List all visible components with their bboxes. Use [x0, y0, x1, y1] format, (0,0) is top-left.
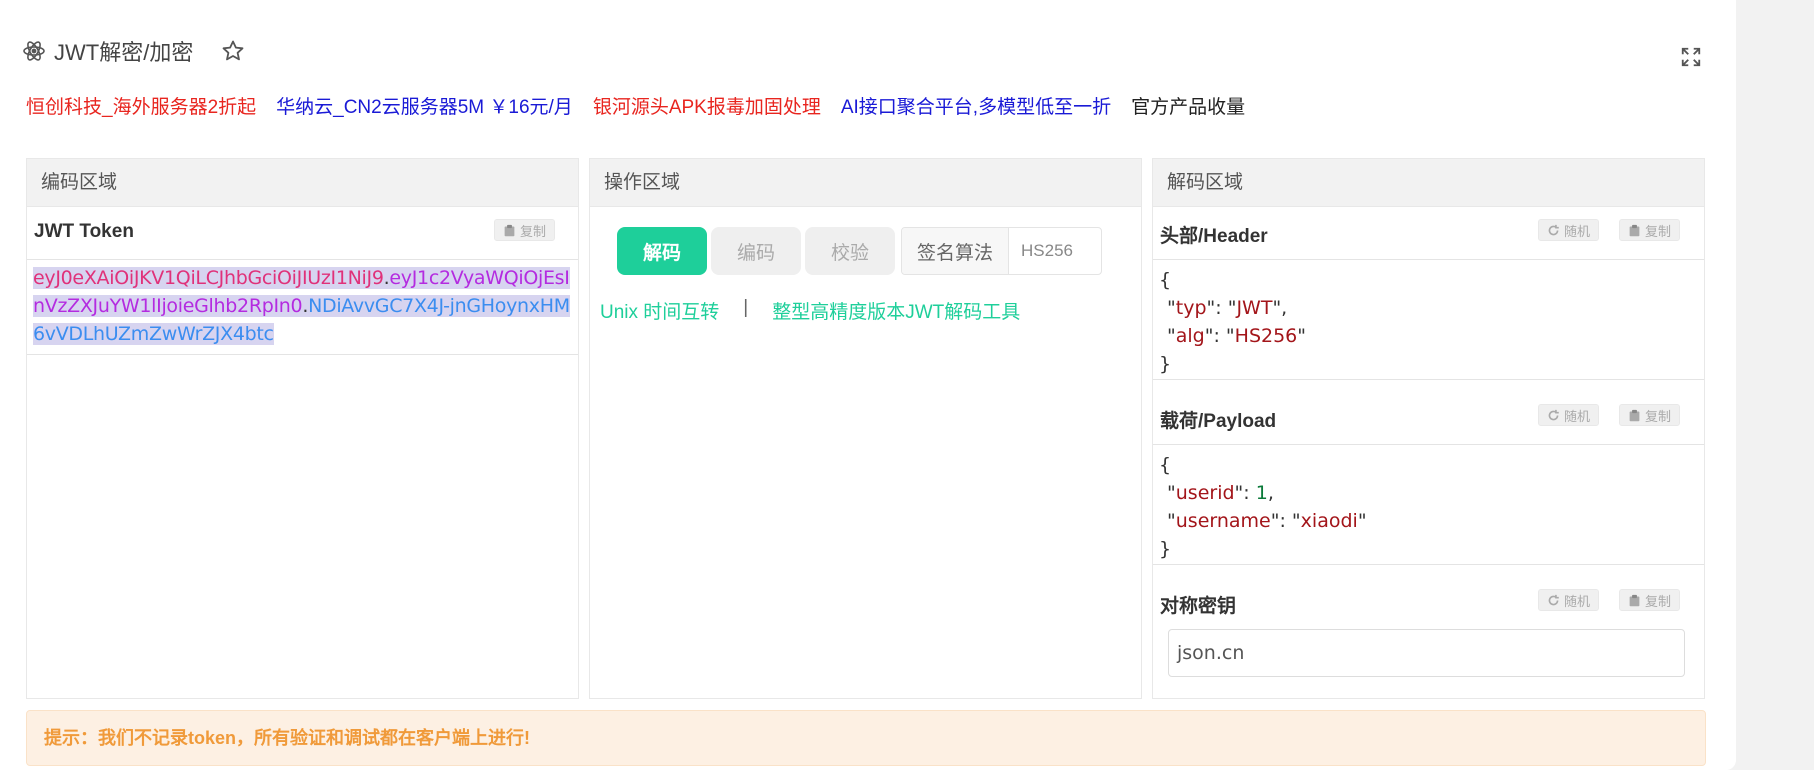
- operate-panel: 操作区域 解码 编码 校验 签名算法 HS256 Unix 时间互转 | 整型高…: [589, 158, 1142, 699]
- copy-label: 复制: [1645, 408, 1672, 424]
- jwt-token-input[interactable]: eyJ0eXAiOiJKV1QiLCJhbGciOiJIUzI1NiJ9.eyJ…: [27, 259, 578, 355]
- payload-json-editor[interactable]: { "userid": 1, "username": "xiaodi" }: [1153, 444, 1704, 565]
- json-brace: }: [1159, 538, 1172, 560]
- json-brace: {: [1159, 269, 1172, 291]
- json-key: typ: [1175, 297, 1207, 319]
- copy-label: 复制: [1645, 223, 1672, 239]
- json-value: HS256: [1234, 325, 1298, 347]
- ad-link[interactable]: 华纳云_CN2云服务器5M ￥16元/月: [276, 92, 573, 119]
- page-title: JWT解密/加密: [54, 40, 194, 65]
- secret-label: 对称密钥: [1160, 596, 1237, 617]
- star-icon[interactable]: [221, 39, 245, 63]
- random-label: 随机: [1564, 223, 1591, 239]
- random-secret-button[interactable]: 随机: [1538, 589, 1600, 611]
- copy-secret-button[interactable]: 复制: [1619, 589, 1681, 611]
- decode-panel: 解码区域 头部/Header 随机 复制 { "typ": "JWT", "al…: [1152, 158, 1705, 699]
- refresh-icon: [1548, 224, 1559, 235]
- privacy-tip: 提示：我们不记录token，所有验证和调试都在客户端上进行!: [26, 710, 1706, 766]
- tool-links: Unix 时间互转 | 整型高精度版本JWT解码工具: [600, 297, 1020, 324]
- json-line: "alg": "HS256": [1167, 325, 1307, 347]
- json-brace: {: [1159, 454, 1172, 476]
- ad-link[interactable]: 恒创科技_海外服务器2折起: [26, 92, 256, 119]
- random-label: 随机: [1564, 593, 1591, 609]
- json-key: userid: [1175, 482, 1235, 504]
- ad-link[interactable]: 官方产品收量: [1131, 92, 1245, 119]
- encode-panel-title: 编码区域: [27, 159, 578, 207]
- copy-token-button[interactable]: 复制: [494, 219, 556, 241]
- operate-panel-title: 操作区域: [590, 159, 1141, 207]
- ad-link[interactable]: AI接口聚合平台,多模型低至一折: [841, 92, 1111, 119]
- copy-header-button[interactable]: 复制: [1619, 219, 1681, 241]
- payload-label: 载荷/Payload: [1160, 411, 1277, 432]
- json-key: alg: [1175, 325, 1205, 347]
- header-label: 头部/Header: [1160, 226, 1268, 247]
- refresh-icon: [1548, 594, 1559, 605]
- ad-link[interactable]: 银河源头APK报毒加固处理: [593, 92, 821, 119]
- random-header-button[interactable]: 随机: [1538, 219, 1600, 241]
- copy-label: 复制: [1645, 593, 1672, 609]
- tool-card: JWT解密/加密 恒创科技_海外服务器2折起 华纳云_CN2云服务器5M ￥16…: [0, 0, 1736, 770]
- secret-input[interactable]: json.cn: [1168, 629, 1685, 677]
- header-json-editor[interactable]: { "typ": "JWT", "alg": "HS256" }: [1153, 259, 1704, 380]
- unix-time-link[interactable]: Unix 时间互转: [600, 297, 719, 324]
- json-value: 1: [1255, 482, 1268, 504]
- json-key: username: [1175, 510, 1271, 532]
- json-brace: }: [1159, 353, 1172, 375]
- algorithm-label: 签名算法: [902, 228, 1009, 274]
- mode-tabs: 解码 编码 校验 签名算法 HS256: [617, 227, 1102, 275]
- atom-icon: [23, 41, 45, 61]
- fullscreen-icon[interactable]: [1680, 46, 1702, 68]
- clipboard-icon: [1629, 409, 1640, 421]
- json-value: xiaodi: [1300, 510, 1358, 532]
- tab-verify[interactable]: 校验: [805, 227, 895, 275]
- ad-links: 恒创科技_海外服务器2折起 华纳云_CN2云服务器5M ￥16元/月 银河源头A…: [26, 92, 1245, 119]
- token-header-part: eyJ0eXAiOiJKV1QiLCJhbGciOiJIUzI1NiJ9: [33, 267, 384, 289]
- encode-panel: 编码区域 JWT Token 复制 eyJ0eXAiOiJKV1QiLCJhbG…: [26, 158, 579, 699]
- clipboard-icon: [1629, 224, 1640, 236]
- refresh-icon: [1548, 409, 1559, 420]
- json-line: "userid": 1,: [1167, 482, 1274, 504]
- json-value: JWT: [1236, 297, 1273, 319]
- clipboard-icon: [1629, 594, 1640, 606]
- algorithm-value[interactable]: HS256: [1009, 228, 1101, 274]
- json-line: "username": "xiaodi": [1167, 510, 1367, 532]
- link-separator: |: [743, 297, 749, 318]
- jwt-token-label: JWT Token: [34, 221, 134, 242]
- tab-encode[interactable]: 编码: [711, 227, 801, 275]
- title-bar: JWT解密/加密: [22, 36, 245, 66]
- random-label: 随机: [1564, 408, 1591, 424]
- json-line: "typ": "JWT",: [1167, 297, 1288, 319]
- tab-decode[interactable]: 解码: [617, 227, 707, 275]
- decode-panel-title: 解码区域: [1153, 159, 1704, 207]
- copy-label: 复制: [520, 223, 547, 239]
- algorithm-select[interactable]: 签名算法 HS256: [901, 227, 1102, 275]
- copy-payload-button[interactable]: 复制: [1619, 404, 1681, 426]
- clipboard-icon: [504, 224, 515, 236]
- bigint-jwt-link[interactable]: 整型高精度版本JWT解码工具: [772, 297, 1020, 324]
- random-payload-button[interactable]: 随机: [1538, 404, 1600, 426]
